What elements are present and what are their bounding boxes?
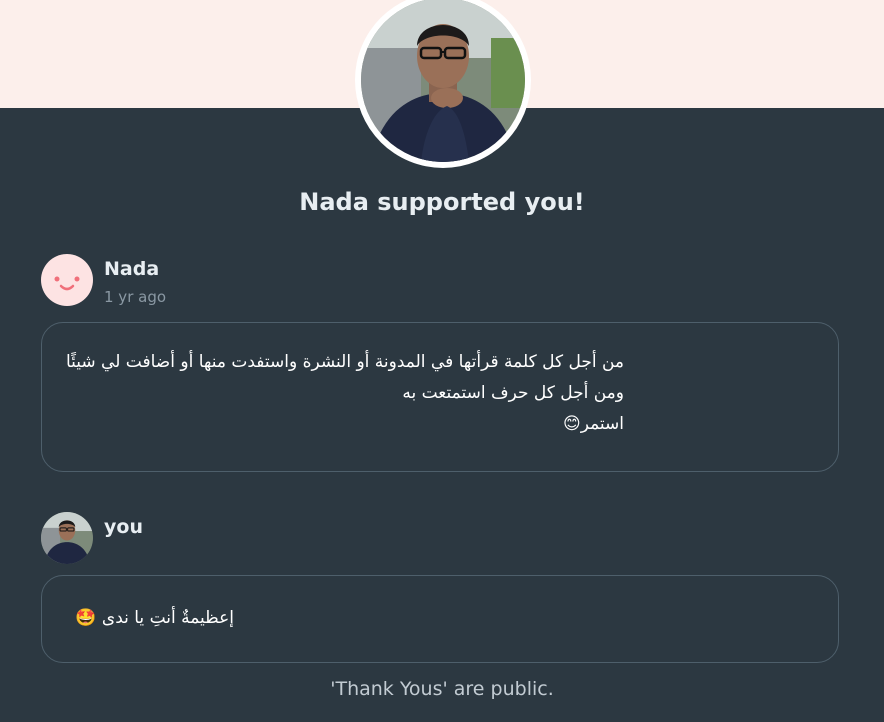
supporter-name: Nada [104,258,160,280]
profile-avatar [355,0,531,168]
reply-message: إعظيمةٌ أنتِ يا ندى 🤩 [75,608,234,628]
supporter-timestamp: 1 yr ago [104,288,167,306]
message-line: استمر😊 [562,414,624,434]
message-line: ومن أجل كل حرف استمتعت به [402,383,624,403]
you-avatar [41,512,93,564]
page-title: Nada supported you! [299,188,585,216]
reply-author-name: you [104,516,143,538]
supporter-message: من أجل كل كلمة قرأتها في المدونة أو النش… [64,347,624,440]
supporter-avatar [41,254,93,306]
reply-message-bubble: إعظيمةٌ أنتِ يا ندى 🤩 [41,575,839,663]
public-notice: 'Thank Yous' are public. [330,678,554,700]
supporter-message-bubble: من أجل كل كلمة قرأتها في المدونة أو النش… [41,322,839,472]
message-line: من أجل كل كلمة قرأتها في المدونة أو النش… [65,352,624,372]
